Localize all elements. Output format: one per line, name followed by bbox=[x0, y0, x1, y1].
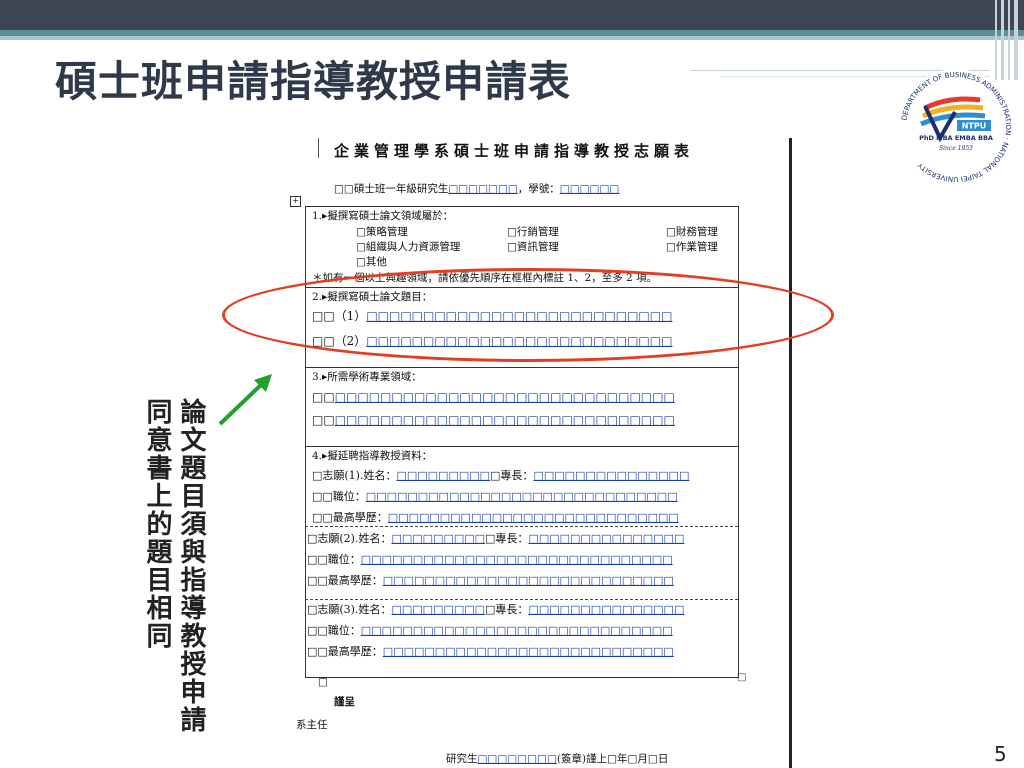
choice1-name-label: □志願(1).姓名： bbox=[312, 469, 397, 482]
choice3-degree-label: □□最高學歷： bbox=[307, 645, 383, 658]
doc-page-edge bbox=[789, 138, 792, 768]
option-marketing[interactable]: □行銷管理 bbox=[507, 225, 559, 239]
choice1-specialty-blank: □□□□□□□□□□□□□□□ bbox=[533, 469, 690, 482]
annotation-left-column: 同意書上的題目相同 bbox=[142, 398, 172, 650]
choice2-name-label: □志願(2).姓名： bbox=[307, 532, 392, 545]
table-move-handle[interactable]: + bbox=[290, 196, 301, 207]
option-info[interactable]: □資訊管理 bbox=[507, 240, 559, 254]
ntpu-logo: DEPARTMENT OF BUSINESS ADMINISTRATION · … bbox=[895, 66, 1017, 188]
annotation-right-column: 論文題目須與指導教授申請 bbox=[176, 398, 206, 734]
choice3-title-row[interactable]: □□職位：□□□□□□□□□□□□□□□□□□□□□□□□□□□□□□ bbox=[307, 624, 673, 638]
choice3-degree-blank: □□□□□□□□□□□□□□□□□□□□□□□□□□□□ bbox=[382, 645, 674, 658]
choice2-degree-label: □□最高學歷： bbox=[307, 574, 383, 587]
section1-heading: 1.▸擬撰寫碩士論文領域屬於： bbox=[312, 210, 454, 222]
expertise2-prefix: □□ bbox=[312, 413, 335, 427]
choice2-title-row[interactable]: □□職位：□□□□□□□□□□□□□□□□□□□□□□□□□□□□□□ bbox=[307, 553, 673, 567]
choice1-title-blank: □□□□□□□□□□□□□□□□□□□□□□□□□□□□□□ bbox=[365, 490, 678, 503]
choice1-title-row[interactable]: □□職位：□□□□□□□□□□□□□□□□□□□□□□□□□□□□□□ bbox=[312, 490, 678, 504]
logo-name: NTPU bbox=[962, 122, 987, 131]
student-name-blank: □□□□□□□ bbox=[448, 183, 518, 195]
choice2-title-blank: □□□□□□□□□□□□□□□□□□□□□□□□□□□□□□ bbox=[360, 553, 673, 566]
pointer-arrow bbox=[218, 374, 272, 426]
closing-checkbox[interactable]: □ bbox=[318, 675, 328, 689]
choice1-title-label: □□職位： bbox=[312, 490, 366, 503]
signature-prefix: 研究生 bbox=[446, 753, 478, 765]
option-operations[interactable]: □作業管理 bbox=[666, 240, 718, 254]
top-bar bbox=[0, 0, 1024, 30]
section4-heading: 4.▸擬延聘指導教授資料： bbox=[312, 450, 433, 462]
option-hr[interactable]: □組織與人力資源管理 bbox=[356, 240, 460, 254]
choice3-name-label: □志願(3).姓名： bbox=[307, 603, 392, 616]
option-strategy[interactable]: □策略管理 bbox=[356, 225, 408, 239]
section3-heading: 3.▸所需學術專業領域： bbox=[312, 371, 422, 383]
choice2-specialty-blank: □□□□□□□□□□□□□□□ bbox=[528, 532, 685, 545]
slide-title: 碩士班申請指導教授申請表 bbox=[55, 57, 572, 106]
expertise1-prefix: □□ bbox=[312, 390, 335, 404]
choice2-specialty-label: □專長： bbox=[485, 532, 529, 545]
student-id-label: ，學號： bbox=[517, 183, 560, 195]
choice3-specialty-label: □專長： bbox=[485, 603, 529, 616]
choice3-specialty-blank: □□□□□□□□□□□□□□□ bbox=[528, 603, 685, 616]
signature-line[interactable]: 研究生□□□□□□□□(簽章)謹上□年□月□日 bbox=[446, 752, 668, 766]
row-divider bbox=[305, 446, 738, 447]
option-finance[interactable]: □財務管理 bbox=[666, 225, 718, 239]
choice2-degree-row[interactable]: □□最高學歷：□□□□□□□□□□□□□□□□□□□□□□□□□□□□ bbox=[307, 574, 674, 588]
choice1-degree-row[interactable]: □□最高學歷：□□□□□□□□□□□□□□□□□□□□□□□□□□□□ bbox=[312, 511, 679, 525]
signature-blank: □□□□□□□□ bbox=[477, 753, 557, 765]
row-divider bbox=[305, 367, 738, 368]
dashed-divider bbox=[305, 526, 738, 527]
choice3-title-blank: □□□□□□□□□□□□□□□□□□□□□□□□□□□□□□ bbox=[360, 624, 673, 637]
logo-since: Since 1953 bbox=[939, 145, 973, 152]
choice2-title-label: □□職位： bbox=[307, 553, 361, 566]
expertise2-blank: □□□□□□□□□□□□□□□□□□□□□□□□□□□□□□ bbox=[334, 413, 675, 427]
choice1-degree-label: □□最高學歷： bbox=[312, 511, 388, 524]
choice1-degree-blank: □□□□□□□□□□□□□□□□□□□□□□□□□□□□ bbox=[387, 511, 679, 524]
option-other[interactable]: □其他 bbox=[356, 255, 387, 269]
dashed-divider bbox=[305, 599, 738, 600]
doc-margin-mark bbox=[318, 138, 319, 158]
choice3-degree-row[interactable]: □□最高學歷：□□□□□□□□□□□□□□□□□□□□□□□□□□□□ bbox=[307, 645, 674, 659]
choice1-name-row[interactable]: □志願(1).姓名：□□□□□□□□□□專長：□□□□□□□□□□□□□□□ bbox=[312, 469, 689, 483]
page-number: 5 bbox=[994, 742, 1007, 766]
closing-respect: 謹呈 bbox=[334, 696, 355, 708]
choice2-degree-blank: □□□□□□□□□□□□□□□□□□□□□□□□□□□□ bbox=[382, 574, 674, 587]
table-corner-handle: □ bbox=[737, 672, 747, 683]
student-line: □□碩士班一年級研究生□□□□□□□，學號：□□□□□□ bbox=[334, 182, 619, 196]
choice3-name-blank: □□□□□□□□□ bbox=[391, 603, 486, 616]
expertise-line-2[interactable]: □□□□□□□□□□□□□□□□□□□□□□□□□□□□□□□□ bbox=[312, 413, 675, 427]
choice1-name-blank: □□□□□□□□□ bbox=[396, 469, 491, 482]
highlight-oval bbox=[222, 268, 834, 362]
expertise1-blank: □□□□□□□□□□□□□□□□□□□□□□□□□□□□□□ bbox=[334, 390, 675, 404]
closing-chair: 系主任 bbox=[296, 719, 328, 731]
choice2-name-row[interactable]: □志願(2).姓名：□□□□□□□□□□專長：□□□□□□□□□□□□□□□ bbox=[307, 532, 684, 546]
expertise-line-1[interactable]: □□□□□□□□□□□□□□□□□□□□□□□□□□□□□□□□ bbox=[312, 390, 675, 404]
signature-suffix: (簽章)謹上□年□月□日 bbox=[556, 753, 669, 765]
top-stripe-light bbox=[0, 36, 1024, 40]
choice2-name-blank: □□□□□□□□□ bbox=[391, 532, 486, 545]
choice1-specialty-label: □專長： bbox=[490, 469, 534, 482]
choice3-title-label: □□職位： bbox=[307, 624, 361, 637]
document-title: 企業管理學系碩士班申請指導教授志願表 bbox=[334, 142, 695, 160]
logo-programs: PhD MBA EMBA BBA bbox=[919, 134, 993, 142]
choice3-name-row[interactable]: □志願(3).姓名：□□□□□□□□□□專長：□□□□□□□□□□□□□□□ bbox=[307, 603, 684, 617]
student-id-blank: □□□□□□ bbox=[559, 183, 620, 195]
student-prefix: □□碩士班一年級研究生 bbox=[334, 183, 449, 195]
